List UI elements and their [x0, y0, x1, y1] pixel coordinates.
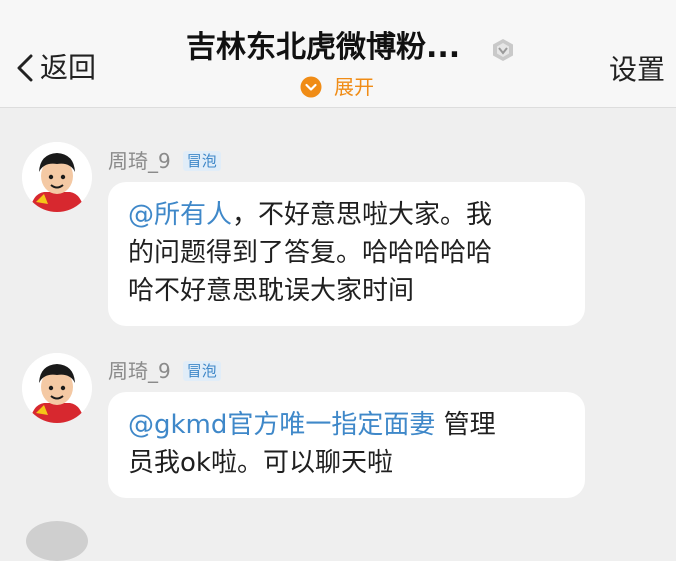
cartoon-avatar-icon [22, 142, 92, 212]
message-line: 哈不好意思耽误大家时间 [128, 276, 415, 306]
sender-info: 周琦_9 冒泡 [108, 148, 221, 174]
avatar[interactable] [22, 142, 92, 212]
mention-link[interactable]: @所有人 [128, 200, 232, 230]
message-line: 的问题得到了答复。哈哈哈哈哈 [128, 238, 493, 268]
settings-button[interactable]: 设置 [609, 52, 665, 88]
top-navigation-bar: 返回 吉林东北虎微博粉... 展开 设置 [0, 0, 676, 108]
member-tag-badge: 冒泡 [182, 361, 221, 381]
page-title: 吉林东北虎微博粉... [186, 30, 461, 65]
chevron-down-circle-icon [300, 76, 322, 98]
message-line: @所有人，不好意思啦大家。我 [128, 196, 565, 234]
mention-link[interactable]: @gkmd官方唯一指定面妻 [128, 410, 435, 440]
sender-info: 周琦_9 冒泡 [108, 358, 221, 384]
group-badge-icon [493, 39, 513, 61]
back-label: 返回 [40, 51, 97, 84]
message-text: ，不好意思啦大家。我 [232, 200, 493, 230]
chevron-left-icon [17, 54, 33, 82]
sender-name[interactable]: 周琦_9 [108, 358, 171, 384]
message-line: @gkmd官方唯一指定面妻 管理 [128, 406, 565, 444]
expand-button[interactable]: 展开 [300, 74, 374, 100]
expand-label: 展开 [334, 75, 374, 99]
avatar[interactable] [22, 353, 92, 423]
message-bubble[interactable]: @所有人，不好意思啦大家。我 的问题得到了答复。哈哈哈哈哈 哈不好意思耽误大家时… [108, 182, 585, 326]
message-text: 管理 [435, 410, 496, 440]
member-tag-badge: 冒泡 [182, 151, 221, 171]
sender-name[interactable]: 周琦_9 [108, 148, 171, 174]
cartoon-avatar-icon [22, 353, 92, 423]
message-line: 员我ok啦。可以聊天啦 [128, 448, 393, 478]
back-button[interactable]: 返回 [16, 50, 96, 86]
message-bubble[interactable]: @gkmd官方唯一指定面妻 管理 员我ok啦。可以聊天啦 [108, 392, 585, 498]
avatar[interactable] [26, 521, 88, 561]
